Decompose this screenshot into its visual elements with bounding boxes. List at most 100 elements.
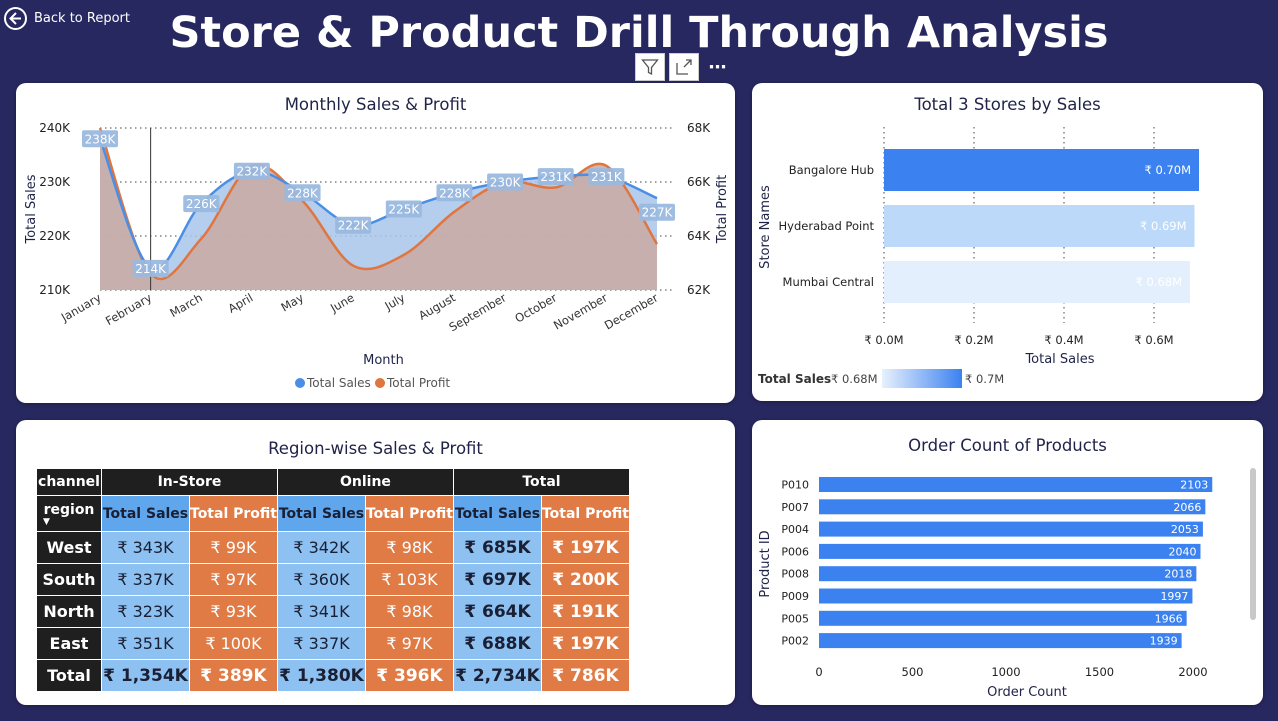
data-label: 2103 [1180,479,1208,492]
data-label: ₹ 0.68M [1136,275,1183,289]
x-tick-label: ₹ 0.2M [954,333,993,347]
bar-p005 [819,610,1187,626]
category-label: P009 [781,590,809,603]
top-stores-chart: ₹ 0.0M ₹ 0.2M ₹ 0.4M ₹ 0.6M Bangalore Hub ₹ 0… [758,127,1199,388]
legend-gradient-bar [882,369,962,388]
filter-button[interactable] [635,53,665,81]
row-label: North [36,595,102,628]
table-cell: ₹ 93K [189,595,278,628]
data-label: 2018 [1164,568,1192,581]
table-cell: ₹ 99K [189,531,278,564]
y2-tick-label: 64K [687,229,711,243]
corner-region-label: region [43,502,95,518]
table-row[interactable]: West ₹ 343K ₹ 99K ₹ 342K ₹ 98K ₹ 685K ₹ … [36,531,630,564]
data-label: 228K [287,186,319,200]
bar-p002 [819,633,1182,649]
category-label: Bangalore Hub [789,163,874,177]
x-tick-label: ₹ 0.6M [1134,333,1173,347]
page-title: Store & Product Drill Through Analysis [169,8,1109,58]
legend-label-sales: Total Sales [306,376,371,390]
data-label: 228K [439,186,471,200]
y2-axis-title: Total Profit [715,175,730,244]
table-cell: ₹ 197K [540,531,630,564]
top-stores-panel[interactable]: Total 3 Stores by Sales ₹ 0.0M ₹ 0.2M ₹ 0.… [752,83,1263,401]
x-tick-label: September [447,290,509,334]
table-row[interactable]: South ₹ 337K ₹ 97K ₹ 360K ₹ 103K ₹ 697K … [36,563,630,596]
bar-p004 [819,521,1203,537]
x-tick-label: 0 [815,665,822,679]
table-cell: ₹ 200K [540,563,630,596]
bar-p008 [819,566,1197,582]
region-sort-header[interactable]: region ▼ [36,495,102,532]
x-tick-label: ₹ 0.0M [864,333,903,347]
category-label: Mumbai Central [783,275,874,289]
data-label: 238K [85,132,117,146]
data-label: 231K [540,170,572,184]
x-tick-label: August [416,290,458,322]
data-label: 226K [186,197,218,211]
x-tick-label: April [226,290,256,315]
y-tick-label: 220K [39,229,71,243]
table-cell: ₹ 97K [189,563,278,596]
table-cell: ₹ 697K [452,563,542,596]
ellipsis-icon: ⋯ [708,56,728,78]
x-tick-label: 1500 [1085,665,1114,679]
y-tick-label: 230K [39,175,71,189]
data-label: 232K [237,165,269,179]
monthly-sales-profit-panel[interactable]: Monthly Sales & Profit 210K 220K 230K 240K 6… [16,83,735,403]
category-label: P008 [781,568,809,581]
x-tick-label: February [103,290,154,328]
focus-mode-button[interactable] [669,53,699,81]
x-axis-title: Month [363,353,404,368]
table-cell: ₹ 1,380K [276,659,366,692]
legend-min-label: ₹ 0.68M [831,372,878,386]
y-tick-label: 210K [39,283,71,297]
sort-desc-icon: ▼ [43,517,50,527]
vertical-scrollbar[interactable] [1250,468,1256,620]
data-label: 214K [135,262,167,276]
product-orders-panel[interactable]: Order Count of Products P010 2103 P007 2066… [752,420,1263,705]
x-tick-label: ₹ 0.4M [1044,333,1083,347]
bar-p010 [819,477,1213,492]
table-cell: ₹ 337K [101,563,190,596]
data-label: 2066 [1173,501,1201,514]
legend-label-profit: Total Profit [386,376,450,390]
table-cell: ₹ 191K [540,595,630,628]
x-axis-title: Order Count [987,685,1067,700]
category-label: Hyderabad Point [779,219,875,233]
table-cell: ₹ 343K [101,531,190,564]
data-label: 230K [490,176,522,190]
table-row[interactable]: East ₹ 351K ₹ 100K ₹ 337K ₹ 97K ₹ 688K ₹… [36,627,630,660]
table-total-row[interactable]: Total ₹ 1,354K ₹ 389K ₹ 1,380K ₹ 396K ₹ … [36,659,630,692]
x-tick-label: December [602,290,661,332]
category-label: P005 [781,612,809,625]
col-header: Total Profit [364,495,454,532]
region-table-panel[interactable]: Region-wise Sales & Profit channel In-St… [16,420,735,705]
table-row[interactable]: North ₹ 323K ₹ 93K ₹ 341K ₹ 98K ₹ 664K ₹… [36,595,630,628]
col-header: Total Profit [189,495,278,532]
group-header-total: Total [452,468,630,496]
y-tick-label: 240K [39,121,71,135]
x-tick-label: November [551,290,610,332]
table-cell: ₹ 2,734K [452,659,542,692]
category-label: P004 [781,523,809,536]
filter-icon [641,59,659,76]
data-label: ₹ 0.70M [1145,163,1192,177]
data-label: ₹ 0.69M [1140,219,1187,233]
category-label: P007 [781,501,809,514]
y-axis-title: Product ID [758,530,773,597]
col-header: Total Sales [101,495,190,532]
corner-channel-header: channel [36,468,102,496]
data-label: 1939 [1150,635,1178,648]
table-cell: ₹ 341K [276,595,366,628]
data-label: 227K [642,206,674,220]
legend-max-label: ₹ 0.7M [965,372,1004,386]
more-options-button[interactable]: ⋯ [703,53,733,81]
table-cell: ₹ 396K [364,659,454,692]
table-cell: ₹ 1,354K [101,659,190,692]
y2-tick-label: 68K [687,121,711,135]
row-label: South [36,563,102,596]
legend-title: Total Sales [758,372,831,386]
group-header-in-store: In-Store [101,468,278,496]
table-cell: ₹ 389K [189,659,278,692]
